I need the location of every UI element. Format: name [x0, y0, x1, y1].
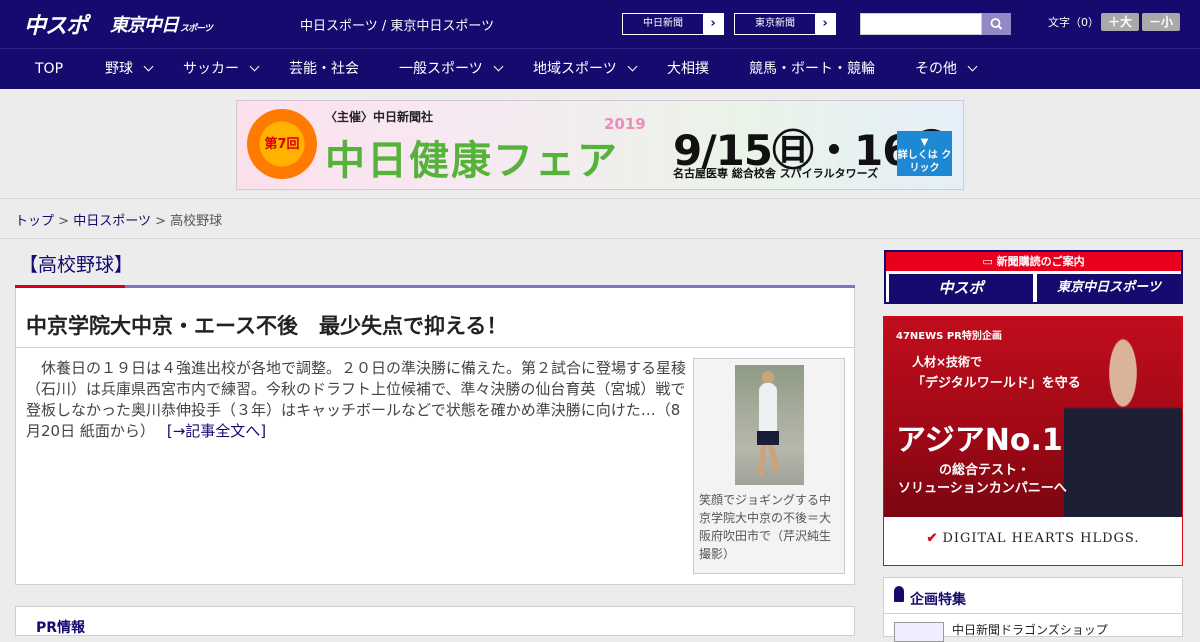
tokyo-logo-text: 東京中日 — [110, 15, 179, 36]
feature-box: 企画特集 中日新聞ドラゴンズショップ — [883, 577, 1183, 642]
nav-regional-sports[interactable]: 地域スポーツ — [533, 49, 638, 90]
sidebar-ad[interactable]: 47NEWS PR特別企画 人材×技術で 「デジタルワールド」を守る アジアNo… — [883, 316, 1183, 566]
chevron-down-icon — [249, 61, 260, 72]
article-summary: 休養日の１９日は４強進出校が各地で調整。２０日の準決勝に備えた。第２試合に登場す… — [26, 359, 687, 440]
subscribe-chuspo-button[interactable]: 中スポ — [889, 274, 1033, 302]
nav-label: その他 — [915, 61, 957, 77]
newspaper-icon: ▭ — [982, 255, 997, 268]
flower-badge-icon: 第7回 — [247, 109, 317, 179]
breadcrumb-separator: > — [58, 214, 70, 229]
site-title[interactable]: 中日スポーツ / 東京中日スポーツ — [300, 15, 494, 34]
ad-person-image — [1064, 317, 1182, 517]
nav-other[interactable]: その他 — [915, 49, 978, 90]
subscription-heading-text: 新聞購読のご案内 — [996, 255, 1085, 268]
photo-caption: 笑顔でジョギングする中京学院大中京の不後＝大阪府吹田市で（芹沢純生撮影） — [699, 493, 832, 561]
main-nav: TOP 野球 サッカー 芸能・社会 一般スポーツ 地域スポーツ 大相撲 競馬・ボ… — [0, 48, 1200, 89]
banner-title: 中日健康フェア — [325, 138, 619, 184]
article-photo-box: 笑顔でジョギングする中京学院大中京の不後＝大阪府吹田市で（芹沢純生撮影） — [693, 358, 845, 574]
ribbon-icon — [894, 586, 904, 602]
search-icon — [990, 18, 1003, 30]
banner-host: 〈主催〉中日新聞社 — [325, 110, 434, 124]
ad-brand-name: DIGITAL HEARTS HLDGS. — [942, 531, 1140, 546]
ad-text: ソリューションカンパニーへ — [898, 481, 1067, 496]
banner-more-label: 詳しくは クリック — [897, 150, 952, 174]
article-card: 中京学院大中京・エース不後 最少失点で抑える！ 休養日の１９日は４強進出校が各地… — [15, 288, 855, 585]
breadcrumb-home[interactable]: トップ — [15, 214, 54, 229]
article-title[interactable]: 中京学院大中京・エース不後 最少失点で抑える！ — [26, 310, 507, 340]
tokyo-shimbun-label: 東京新聞 — [735, 14, 815, 34]
nav-label: 大相撲 — [667, 61, 709, 77]
ad-text: 「デジタルワールド」を守る — [912, 376, 1081, 391]
font-size-label: 文字（0） — [1048, 16, 1099, 29]
nav-racing[interactable]: 競馬・ボート・競輪 — [749, 49, 875, 90]
tokyo-chunichi-logo[interactable]: 東京中日 スポーツ — [110, 11, 213, 37]
nav-sumo[interactable]: 大相撲 — [667, 49, 709, 90]
subscribe-tokyo-button[interactable]: 東京中日スポーツ — [1037, 274, 1181, 302]
photo-figure — [759, 383, 777, 433]
nav-label: 地域スポーツ — [533, 61, 617, 77]
breadcrumb-separator: > — [155, 214, 166, 229]
divider — [884, 613, 1182, 614]
tokyo-shimbun-link[interactable]: 東京新聞 › — [734, 13, 836, 35]
article-photo[interactable] — [735, 365, 804, 485]
breadcrumb-section[interactable]: 中日スポーツ — [73, 214, 151, 229]
nav-soccer[interactable]: サッカー — [183, 49, 260, 90]
chevron-down-icon — [967, 61, 978, 72]
chunichi-shimbun-label: 中日新聞 — [623, 14, 703, 34]
chevron-right-icon: › — [703, 14, 723, 34]
chevron-down-icon — [143, 61, 154, 72]
ad-label: 47NEWS PR特別企画 — [896, 331, 1002, 342]
chevron-right-icon: › — [815, 14, 835, 34]
nav-entertainment[interactable]: 芸能・社会 — [289, 49, 359, 90]
ad-headline: アジアNo.1 — [896, 423, 1063, 458]
pr-section: PR情報 — [15, 606, 855, 636]
nav-label: 芸能・社会 — [289, 61, 359, 77]
search-button[interactable] — [982, 13, 1011, 35]
brand-check-icon: ✔ — [926, 531, 939, 546]
font-larger-button[interactable]: ＋大 — [1101, 13, 1139, 31]
divider — [16, 347, 854, 348]
nav-label: サッカー — [183, 61, 239, 77]
article-full-link[interactable]: [→記事全文へ] — [167, 422, 266, 440]
top-header: 中スポ 東京中日 スポーツ 中日スポーツ / 東京中日スポーツ 中日新聞 › 東京… — [0, 0, 1200, 48]
nav-baseball[interactable]: 野球 — [105, 49, 154, 90]
photo-figure — [768, 444, 780, 474]
search-input[interactable] — [860, 13, 982, 35]
chevron-down-icon — [627, 61, 638, 72]
ad-text: 人材×技術で — [912, 355, 983, 369]
breadcrumb-current: 高校野球 — [170, 214, 223, 229]
nav-top[interactable]: TOP — [35, 49, 63, 90]
subscription-box: ▭ 新聞購読のご案内 中スポ 東京中日スポーツ — [884, 250, 1183, 304]
font-smaller-button[interactable]: －小 — [1142, 13, 1180, 31]
photo-figure — [757, 431, 779, 445]
pr-label: PR情報 — [36, 620, 86, 636]
ad-brand: ✔ DIGITAL HEARTS HLDGS. — [884, 531, 1182, 546]
banner-venue: 名古屋医専 総合校舎 スパイラルタワーズ — [673, 167, 879, 180]
photo-figure — [756, 444, 768, 476]
category-heading: 【高校野球】 — [15, 250, 855, 288]
nav-label: 一般スポーツ — [399, 61, 483, 77]
chevron-down-icon — [493, 61, 504, 72]
article-body: 休養日の１９日は４強進出校が各地で調整。２０日の準決勝に備えた。第２試合に登場す… — [26, 358, 686, 442]
banner-badge: 第7回 — [264, 137, 300, 152]
feature-title: 企画特集 — [910, 592, 966, 608]
feature-thumbnail[interactable] — [894, 622, 944, 642]
ad-text: の総合テスト・ — [939, 463, 1031, 478]
breadcrumb: トップ > 中日スポーツ > 高校野球 — [15, 210, 222, 229]
nav-label: TOP — [35, 61, 64, 77]
subscription-heading[interactable]: ▭ 新聞購読のご案内 — [886, 252, 1181, 271]
category-label: 【高校野球】 — [19, 254, 134, 276]
nav-label: 競馬・ボート・競輪 — [749, 61, 875, 77]
health-fair-banner[interactable]: 第7回 〈主催〉中日新聞社 2019 中日健康フェア 9/15㊐・16㊗ 名古屋… — [236, 100, 964, 190]
tokyo-logo-small: スポーツ — [180, 24, 213, 34]
nav-general-sports[interactable]: 一般スポーツ — [399, 49, 504, 90]
divider — [0, 238, 1200, 239]
chunichi-shimbun-link[interactable]: 中日新聞 › — [622, 13, 724, 35]
banner-more-button[interactable]: ▼ 詳しくは クリック — [897, 131, 952, 176]
chuspo-logo[interactable]: 中スポ — [24, 8, 88, 40]
nav-label: 野球 — [105, 61, 133, 77]
